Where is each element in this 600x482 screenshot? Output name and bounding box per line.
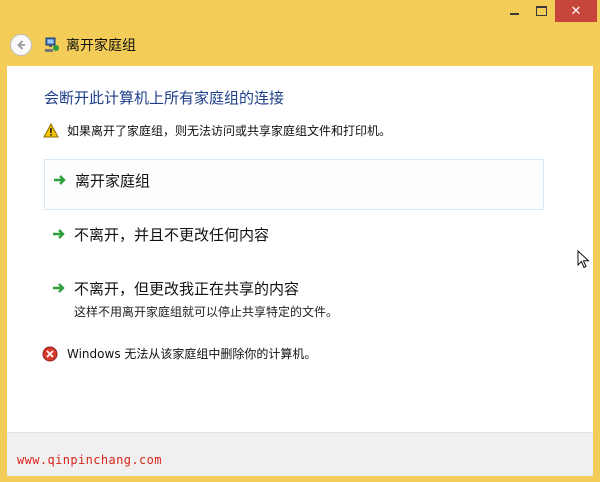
homegroup-icon xyxy=(44,37,60,53)
close-button[interactable]: ✕ xyxy=(555,0,597,22)
option-stay-change-sharing[interactable]: 不离开，但更改我正在共享的内容 这样不用离开家庭组就可以停止共享特定的文件。 xyxy=(44,270,544,320)
option-description: 这样不用离开家庭组就可以停止共享特定的文件。 xyxy=(74,305,339,319)
green-arrow-icon xyxy=(54,175,66,185)
main-heading: 会断开此计算机上所有家庭组的连接 xyxy=(44,89,285,107)
page-title: 离开家庭组 xyxy=(66,38,136,54)
minimize-icon xyxy=(509,13,519,15)
back-button[interactable] xyxy=(10,34,32,56)
content-panel: 会断开此计算机上所有家庭组的连接 如果离开了家庭组，则无法访问或共享家庭组文件和… xyxy=(7,66,593,432)
option-label: 不离开，并且不更改任何内容 xyxy=(74,226,270,244)
warning-icon xyxy=(43,123,59,138)
green-arrow-icon xyxy=(53,229,65,239)
warning-message: 如果离开了家庭组，则无法访问或共享家庭组文件和打印机。 xyxy=(43,122,391,139)
window: ✕ 离开家庭组 会断开此计算机上所有家庭组的连接 如果离开了家庭组，则无法访问或… xyxy=(0,0,600,482)
footer-bar: www.qinpinchang.com xyxy=(7,432,593,476)
title-bar: ✕ xyxy=(0,0,600,24)
watermark-text: www.qinpinchang.com xyxy=(17,453,162,467)
warning-text: 如果离开了家庭组，则无法访问或共享家庭组文件和打印机。 xyxy=(67,124,392,138)
maximize-icon xyxy=(535,6,547,16)
maximize-button[interactable] xyxy=(528,0,554,22)
back-arrow-icon xyxy=(17,40,25,50)
green-arrow-icon xyxy=(53,283,65,293)
option-stay-no-change[interactable]: 不离开，并且不更改任何内容 xyxy=(44,216,544,256)
error-icon xyxy=(42,346,58,361)
mouse-cursor-icon xyxy=(577,250,590,269)
close-icon: ✕ xyxy=(570,3,582,19)
navigation-bar: 离开家庭组 xyxy=(6,24,594,66)
option-leave-homegroup[interactable]: 离开家庭组 xyxy=(44,159,544,210)
option-label: 不离开，但更改我正在共享的内容 xyxy=(74,280,300,298)
option-label: 离开家庭组 xyxy=(75,172,151,190)
error-message: Windows 无法从该家庭组中删除你的计算机。 xyxy=(42,345,316,362)
minimize-button[interactable] xyxy=(500,0,528,22)
error-text: Windows 无法从该家庭组中删除你的计算机。 xyxy=(67,347,317,361)
